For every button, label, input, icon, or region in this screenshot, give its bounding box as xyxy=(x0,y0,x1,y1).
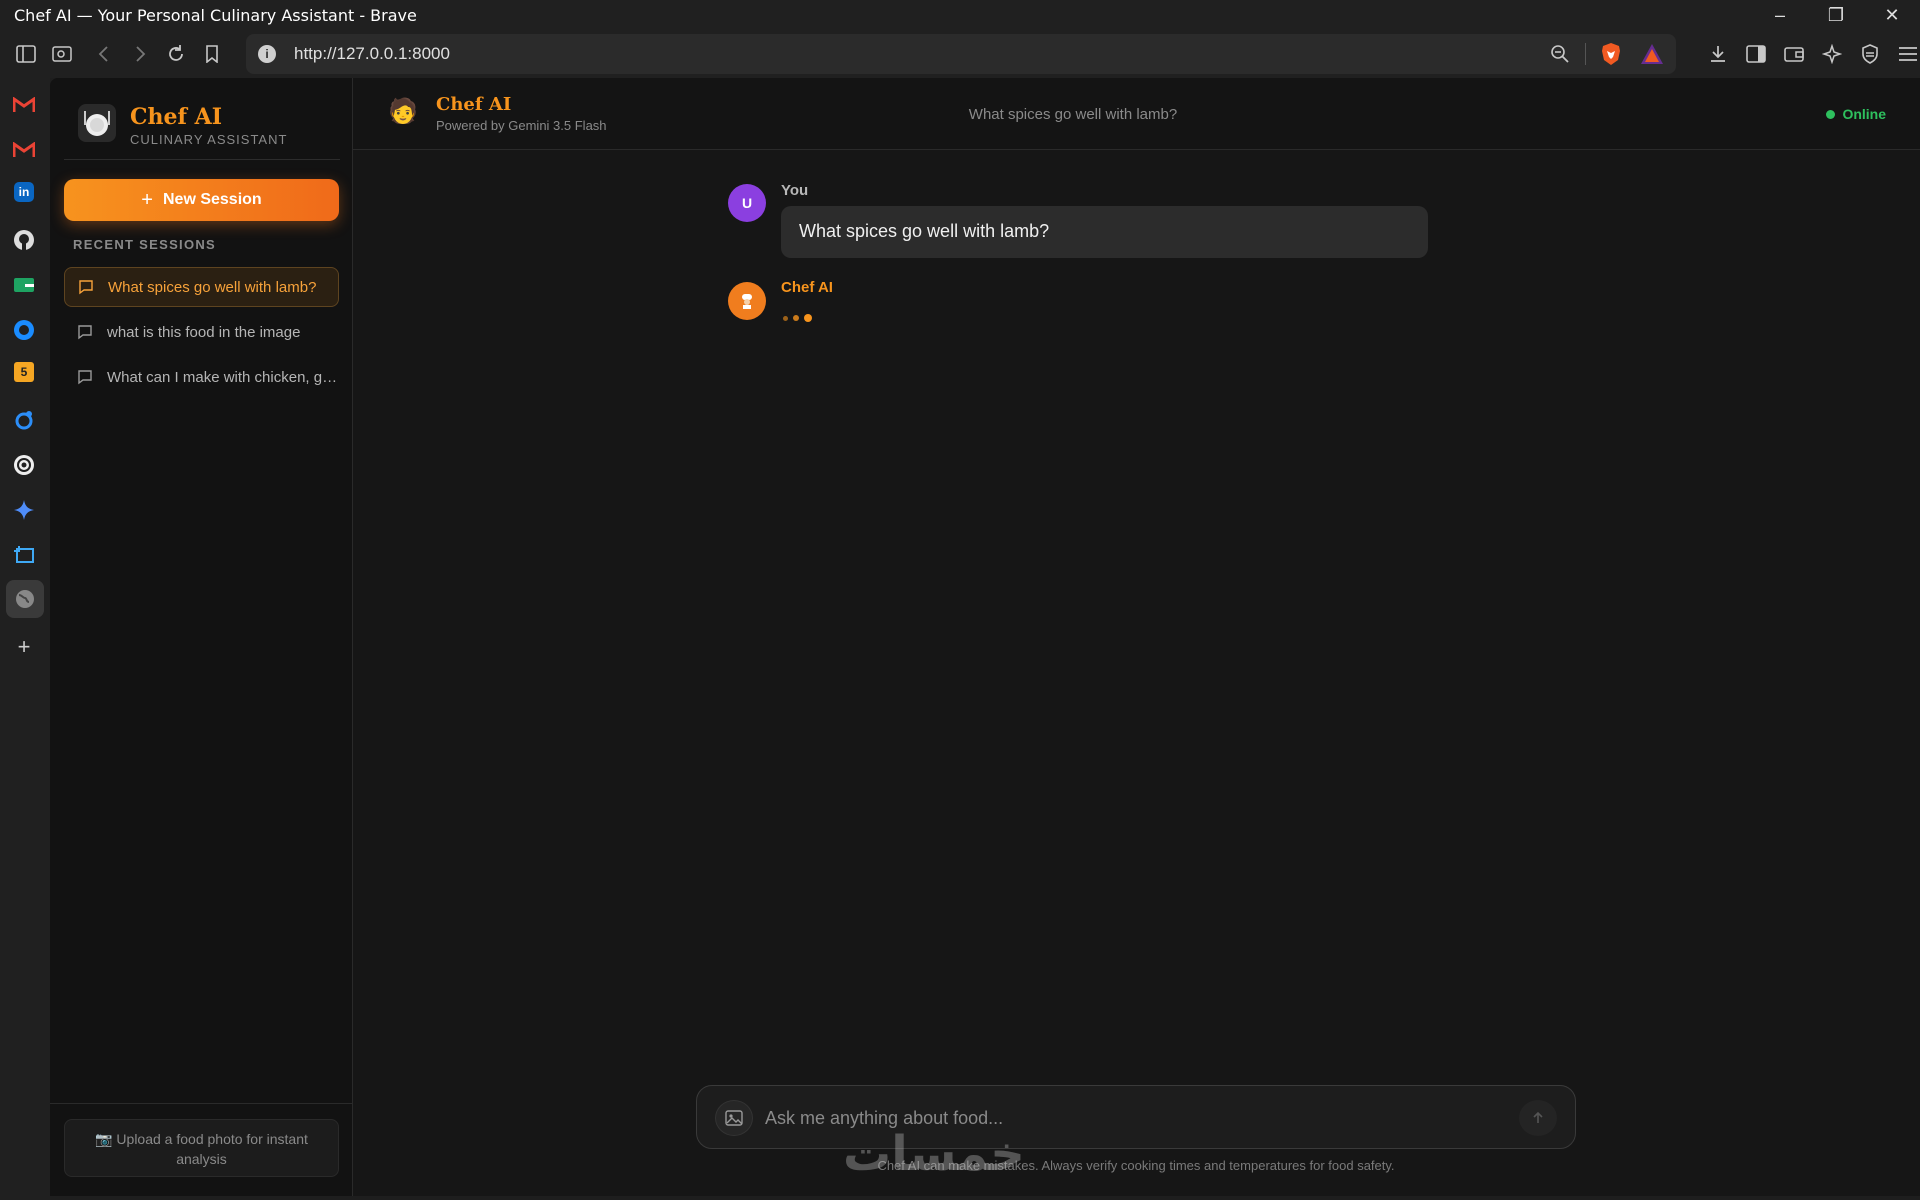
forward-icon[interactable] xyxy=(122,36,158,72)
green-app-icon[interactable] xyxy=(11,272,37,298)
session-label: what is this food in the image xyxy=(107,323,301,341)
user-message-bubble: What spices go well with lamb? xyxy=(781,206,1428,258)
tab-search-icon[interactable] xyxy=(44,36,80,72)
brand-name: Chef AI xyxy=(130,104,222,130)
session-item[interactable]: What can I make with chicken, garlic and… xyxy=(64,357,339,397)
gmail-icon[interactable] xyxy=(11,92,37,118)
browser-sidebar: in 5 + xyxy=(0,78,50,1200)
openai-icon[interactable] xyxy=(11,452,37,478)
session-label: What can I make with chicken, garlic and… xyxy=(107,368,339,386)
message-author: Chef AI xyxy=(781,279,833,296)
site-info-icon[interactable]: i xyxy=(258,45,276,63)
current-session-title: What spices go well with lamb? xyxy=(968,106,1178,123)
gemini-icon[interactable] xyxy=(11,497,37,523)
session-label: What spices go well with lamb? xyxy=(108,278,317,296)
chat-bubble-icon xyxy=(78,370,92,385)
plate-icon xyxy=(78,104,116,142)
circle-app-icon[interactable] xyxy=(11,317,37,343)
disclaimer: Chef AI can make mistakes. Always verify… xyxy=(877,1158,1395,1173)
brave-shields-icon[interactable] xyxy=(1600,42,1622,66)
window-titlebar: Chef AI — Your Personal Culinary Assista… xyxy=(0,0,1920,30)
menu-icon[interactable] xyxy=(1890,36,1920,72)
brave-rewards-icon[interactable] xyxy=(1640,43,1664,65)
sidebar-toggle-icon[interactable] xyxy=(8,36,44,72)
app-sidebar: Chef AI CULINARY ASSISTANT + New Session… xyxy=(50,78,353,1196)
gmail-icon[interactable] xyxy=(11,137,37,163)
avatar: U xyxy=(728,184,766,222)
session-item[interactable]: What spices go well with lamb? xyxy=(64,267,339,307)
upload-hint[interactable]: 📷 Upload a food photo for instant analys… xyxy=(64,1119,339,1177)
status-text: Online xyxy=(1842,106,1886,122)
restore-button[interactable]: ❐ xyxy=(1808,0,1864,30)
message-composer xyxy=(696,1085,1576,1149)
new-session-button[interactable]: + New Session xyxy=(64,179,339,221)
zoom-icon[interactable] xyxy=(1545,44,1575,64)
chat-bubble-icon xyxy=(79,280,93,295)
watermark: خمسات xyxy=(843,1126,1025,1182)
sidebar-footer: 📷 Upload a food photo for instant analys… xyxy=(50,1103,353,1196)
brand: Chef AI CULINARY ASSISTANT xyxy=(64,98,340,160)
url-text[interactable]: http://127.0.0.1:8000 xyxy=(294,44,1545,64)
image-upload-icon[interactable] xyxy=(715,1100,753,1136)
minimize-button[interactable]: – xyxy=(1752,0,1808,30)
chat-main: 🧑 Chef AI Powered by Gemini 3.5 Flash Wh… xyxy=(353,78,1920,1196)
bookmark-icon[interactable] xyxy=(194,36,230,72)
close-window-button[interactable]: ✕ xyxy=(1864,0,1920,30)
wallet-icon[interactable] xyxy=(1776,36,1812,72)
address-bar[interactable]: i http://127.0.0.1:8000 xyxy=(246,34,1676,74)
powered-by: Powered by Gemini 3.5 Flash xyxy=(436,118,607,133)
new-session-label: New Session xyxy=(162,191,262,208)
leo-ai-icon[interactable] xyxy=(1814,36,1850,72)
status-badge: Online xyxy=(1826,106,1886,122)
vpn-shield-icon[interactable] xyxy=(1852,36,1888,72)
download-icon[interactable] xyxy=(1700,36,1736,72)
html5-icon[interactable]: 5 xyxy=(14,362,34,382)
window-title: Chef AI — Your Personal Culinary Assista… xyxy=(14,5,417,25)
globe-icon[interactable] xyxy=(6,580,44,618)
typing-indicator xyxy=(783,314,812,322)
back-icon[interactable] xyxy=(86,36,122,72)
plus-icon: + xyxy=(141,188,153,211)
session-item[interactable]: what is this food in the image xyxy=(64,312,339,352)
frame-app-icon[interactable] xyxy=(11,542,37,568)
arrow-up-icon xyxy=(1533,1111,1543,1123)
chef-ai-app: Chef AI CULINARY ASSISTANT + New Session… xyxy=(50,78,1920,1196)
message-author: You xyxy=(781,182,809,199)
add-icon[interactable]: + xyxy=(11,634,37,660)
chat-header: 🧑 Chef AI Powered by Gemini 3.5 Flash Wh… xyxy=(353,78,1920,150)
assistant-name: Chef AI xyxy=(436,94,512,115)
chat-bubble-icon xyxy=(78,325,92,340)
chef-icon: 🧑 xyxy=(388,97,418,125)
github-icon[interactable] xyxy=(11,227,37,253)
send-button[interactable] xyxy=(1519,1100,1557,1136)
brand-subtitle: CULINARY ASSISTANT xyxy=(130,132,288,147)
upload-hint-text: Upload a food photo for instant analysis xyxy=(116,1131,308,1167)
linkedin-icon[interactable]: in xyxy=(14,182,34,202)
chef-avatar-icon xyxy=(728,282,766,320)
camera-icon: 📷 xyxy=(95,1131,113,1147)
sidebar-panel-icon[interactable] xyxy=(1738,36,1774,72)
online-dot-icon xyxy=(1826,109,1836,119)
swirl-app-icon[interactable] xyxy=(11,407,37,433)
recent-sessions-label: RECENT SESSIONS xyxy=(73,237,217,252)
reload-icon[interactable] xyxy=(158,36,194,72)
